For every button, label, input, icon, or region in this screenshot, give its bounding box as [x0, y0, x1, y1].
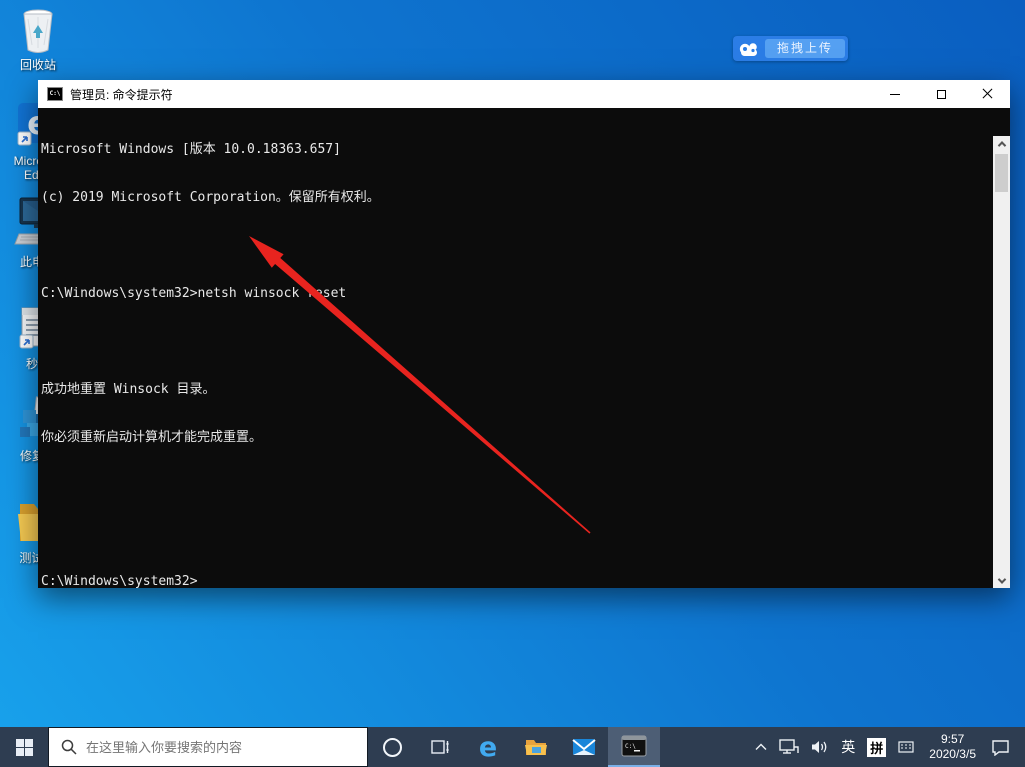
cmd-window-icon: C:\: [47, 87, 63, 101]
taskbar-search-box[interactable]: [48, 727, 368, 767]
action-center-button[interactable]: [985, 727, 1016, 767]
recycle-bin-icon: [23, 9, 53, 53]
scroll-down-button[interactable]: [993, 573, 1010, 588]
language-indicator-button[interactable]: 英: [835, 727, 861, 767]
search-input[interactable]: [86, 739, 367, 755]
close-button[interactable]: [964, 80, 1010, 108]
ime-options-button[interactable]: [892, 727, 920, 767]
ime-mode-button[interactable]: 拼: [861, 727, 892, 767]
baidu-netdisk-icon: [733, 41, 765, 57]
terminal-scrollbar[interactable]: [993, 136, 1010, 588]
clock-date: 2020/3/5: [929, 747, 976, 761]
speaker-icon: [812, 741, 827, 753]
terminal-line: 成功地重置 Winsock 目录。: [41, 382, 216, 397]
terminal-line: C:\Windows\system32>netsh winsock reset: [41, 286, 347, 301]
action-center-icon: [992, 739, 1009, 756]
tray-overflow-button[interactable]: [749, 727, 773, 767]
system-tray: 英 拼 9:57 2020/3/5: [749, 727, 1025, 767]
file-explorer-button[interactable]: [512, 727, 560, 767]
scrollbar-thumb[interactable]: [995, 154, 1008, 192]
scroll-up-button[interactable]: [993, 136, 1010, 151]
task-view-button[interactable]: [416, 727, 464, 767]
start-button[interactable]: [0, 727, 48, 767]
taskbar-cmd-button-active[interactable]: C:\: [608, 727, 660, 767]
cmd-window-title: 管理员: 命令提示符: [70, 87, 173, 102]
drag-upload-button[interactable]: 拖拽上传: [765, 39, 846, 58]
desktop-icon-recycle-bin[interactable]: 回收站: [0, 5, 76, 72]
cortana-icon: [382, 737, 402, 757]
taskbar: e C:\: [0, 727, 1025, 767]
chevron-down-icon: [997, 574, 1006, 584]
cmd-window[interactable]: C:\ 管理员: 命令提示符 Microsoft Windows [版本 10.…: [38, 80, 1010, 589]
taskbar-empty-space: [660, 727, 749, 767]
clock-time: 9:57: [940, 732, 965, 746]
network-ethernet-icon: [779, 739, 799, 754]
minimize-icon: [890, 93, 900, 95]
touch-keyboard-icon: [898, 741, 914, 753]
network-button[interactable]: [773, 727, 805, 767]
desktop-icon-label: 回收站: [19, 58, 56, 72]
terminal-line: (c) 2019 Microsoft Corporation。保留所有权利。: [41, 190, 380, 205]
cortana-button[interactable]: [368, 727, 416, 767]
minimize-button[interactable]: [872, 80, 918, 108]
edge-icon: e: [478, 731, 498, 763]
ime-indicator: 拼: [867, 737, 887, 757]
maximize-button[interactable]: [918, 80, 964, 108]
close-icon: [982, 89, 992, 99]
svg-text:C:\: C:\: [625, 743, 636, 750]
cmd-titlebar[interactable]: C:\ 管理员: 命令提示符: [38, 80, 1010, 108]
windows-logo-icon: [15, 738, 33, 756]
mail-button[interactable]: [560, 727, 608, 767]
terminal-line: 你必须重新启动计算机才能完成重置。: [41, 430, 263, 445]
chevron-up-icon: [755, 743, 767, 750]
taskbar-clock[interactable]: 9:57 2020/3/5: [920, 732, 985, 762]
terminal-line: C:\Windows\system32>: [41, 574, 198, 589]
chevron-up-icon: [997, 140, 1006, 150]
maximize-icon: [936, 89, 946, 99]
file-explorer-icon: [525, 740, 547, 755]
taskbar-edge-button[interactable]: e: [464, 727, 512, 767]
drag-upload-widget[interactable]: 拖拽上传: [733, 36, 849, 61]
language-indicator: 英: [841, 739, 856, 755]
search-icon: [61, 739, 77, 755]
task-view-icon: [431, 740, 449, 754]
mail-icon: [572, 739, 596, 755]
volume-button[interactable]: [805, 727, 835, 767]
terminal-line: Microsoft Windows [版本 10.0.18363.657]: [41, 142, 341, 157]
cmd-icon: C:\: [621, 735, 647, 757]
terminal-text: Microsoft Windows [版本 10.0.18363.657] (c…: [41, 110, 992, 622]
terminal-output-area[interactable]: Microsoft Windows [版本 10.0.18363.657] (c…: [38, 108, 1010, 589]
